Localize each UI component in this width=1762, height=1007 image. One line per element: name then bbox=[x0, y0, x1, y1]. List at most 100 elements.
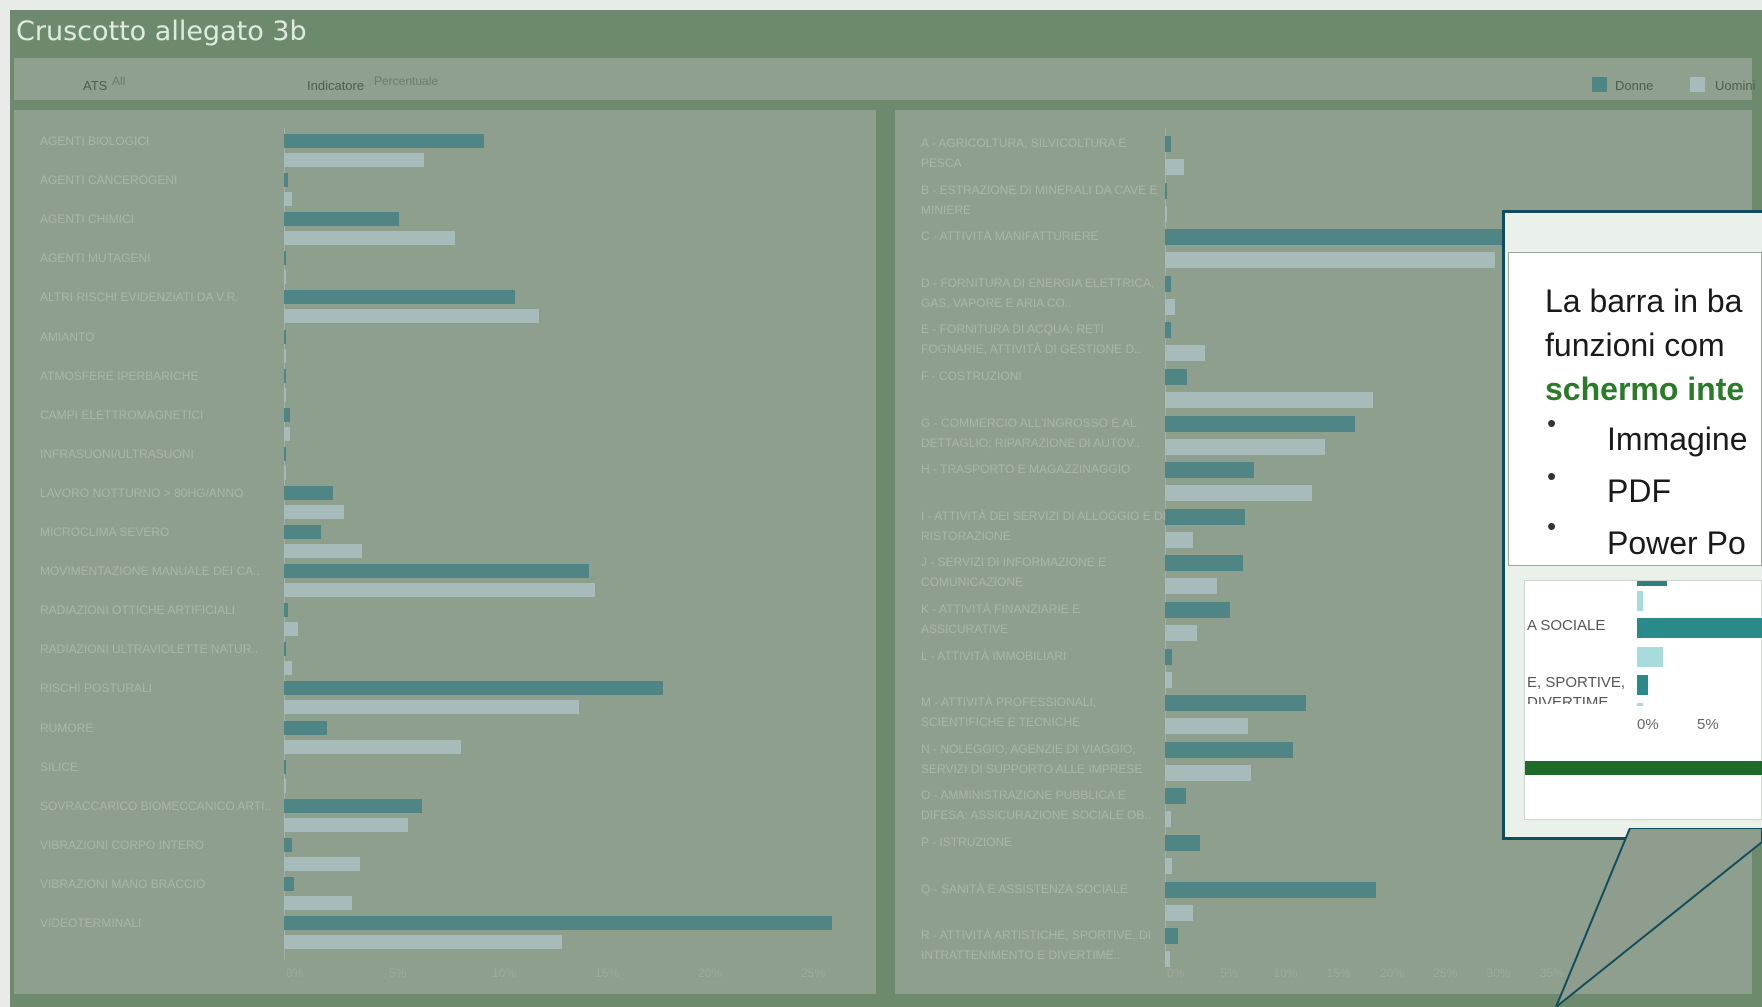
bar-uomini bbox=[1165, 858, 1173, 874]
bar-donne bbox=[1165, 275, 1172, 292]
bar-uomini bbox=[1165, 671, 1173, 688]
bar-donne bbox=[284, 642, 287, 657]
mini-label-1: A SOCIALE bbox=[1527, 617, 1606, 634]
mini-bar-4 bbox=[1637, 647, 1663, 667]
bar-donne bbox=[284, 759, 287, 774]
filter-indicatore-label: Indicatore bbox=[307, 78, 365, 93]
bar-donne bbox=[1165, 835, 1201, 851]
bar-uomini bbox=[284, 192, 293, 207]
bar-uomini bbox=[1165, 764, 1252, 781]
legend-donne-label[interactable]: Donne bbox=[1615, 78, 1653, 93]
ateco-label: F - COSTRUZIONI bbox=[921, 369, 1022, 383]
x-tick-label: 5% bbox=[389, 966, 407, 980]
x-tick-label: 5% bbox=[1220, 966, 1238, 980]
mini-bar-2 bbox=[1637, 591, 1643, 611]
bar-uomini bbox=[284, 700, 579, 715]
mini-bar-5 bbox=[1637, 675, 1648, 695]
popup-line-2: funzioni com bbox=[1545, 327, 1725, 363]
bar-uomini bbox=[1165, 811, 1172, 828]
bar-uomini bbox=[284, 778, 287, 793]
bar-donne bbox=[284, 720, 328, 735]
callout-pointer bbox=[1555, 828, 1762, 1007]
mini-label-2: E, SPORTIVE, bbox=[1527, 674, 1626, 691]
bar-uomini bbox=[284, 387, 287, 402]
ateco-label: L - ATTIVITÀ IMMOBILIARI bbox=[921, 648, 1067, 663]
x-tick-label: 15% bbox=[595, 966, 620, 980]
mini-tick-0: 0% bbox=[1637, 716, 1659, 733]
ateco-label: D - FORNITURA DI ENERGIA ELETTRICA, GAS,… bbox=[921, 275, 1155, 310]
bar-donne bbox=[1165, 322, 1172, 339]
bar-donne bbox=[1165, 229, 1522, 246]
popup-bullet-powerpoint: Power Po bbox=[1607, 525, 1746, 561]
mini-toolbar-strip bbox=[1525, 761, 1762, 775]
rischio-label: AMIANTO bbox=[40, 329, 95, 344]
ateco-label: R - ATTIVITÀ ARTISTICHE, SPORTIVE, DI IN… bbox=[921, 928, 1152, 963]
bar-uomini bbox=[1165, 438, 1325, 455]
bar-uomini bbox=[284, 856, 361, 871]
ateco-label: P - ISTRUZIONE bbox=[921, 835, 1013, 849]
bar-uomini bbox=[284, 309, 540, 324]
bullet-dot-1: • bbox=[1547, 408, 1557, 438]
bar-donne bbox=[284, 525, 322, 539]
filter-indicatore-value[interactable]: Percentuale bbox=[374, 74, 438, 88]
bar-uomini bbox=[1165, 625, 1197, 641]
ateco-label: Q - SANITÀ E ASSISTENZA SOCIALE bbox=[921, 881, 1128, 896]
bar-uomini bbox=[1165, 578, 1218, 595]
rischio-label: CAMPI ELETTROMAGNETICI bbox=[40, 407, 204, 422]
bar-donne bbox=[1165, 695, 1306, 712]
x-tick-label: 0% bbox=[286, 966, 304, 980]
bar-uomini bbox=[1165, 485, 1312, 502]
bar-uomini bbox=[284, 817, 408, 832]
bar-uomini bbox=[284, 739, 462, 754]
tutorial-textbox: La barra in ba funzioni com schermo inte… bbox=[1508, 252, 1762, 566]
bar-donne bbox=[284, 251, 287, 266]
bar-donne bbox=[284, 134, 484, 148]
ateco-label: O - AMMINISTRAZIONE PUBBLICA E DIFESA; A… bbox=[921, 788, 1152, 823]
bar-uomini bbox=[284, 544, 363, 558]
bar-donne bbox=[1165, 369, 1188, 385]
bar-donne bbox=[1165, 555, 1243, 572]
mini-screenshot: A SOCIALE E, SPORTIVE, DIVERTIME 0% 5% bbox=[1524, 580, 1762, 820]
rischio-label: RADIAZIONI ULTRAVIOLETTE NATUR.. bbox=[40, 642, 259, 657]
rischio-label: AGENTI CANCEROGENI bbox=[40, 173, 178, 188]
rischio-label: MOVIMENTAZIONE MANUALE DEI CA.. bbox=[40, 564, 260, 579]
legend-uomini-label[interactable]: Uomini bbox=[1715, 78, 1755, 93]
rischio-label: RUMORE bbox=[40, 720, 94, 735]
filter-ats-value[interactable]: All bbox=[112, 74, 125, 88]
bar-uomini bbox=[284, 622, 299, 637]
bar-uomini bbox=[284, 270, 287, 285]
bar-uomini bbox=[1165, 159, 1185, 175]
bar-uomini bbox=[1165, 345, 1206, 362]
ateco-label: J - SERVIZI DI INFORMAZIONE E COMUNICAZI… bbox=[921, 555, 1107, 590]
ateco-label: B - ESTRAZIONE DI MINERALI DA CAVE E MIN… bbox=[921, 182, 1158, 217]
dashboard-title: Cruscotto allegato 3b bbox=[16, 16, 307, 47]
mini-bar-6 bbox=[1637, 703, 1643, 706]
mini-bar-3 bbox=[1637, 618, 1762, 638]
bar-uomini bbox=[1165, 298, 1175, 315]
bar-uomini bbox=[1165, 205, 1167, 222]
bar-donne bbox=[1165, 881, 1376, 898]
bar-donne bbox=[284, 329, 287, 344]
bar-donne bbox=[284, 916, 832, 930]
bar-donne bbox=[1165, 136, 1172, 152]
rischio-label: LAVORO NOTTURNO > 80HG/ANNO bbox=[40, 485, 244, 500]
bar-donne bbox=[1165, 602, 1230, 618]
bar-donne bbox=[1165, 415, 1355, 432]
rischio-label: VIBRAZIONI MANO BRACCIO bbox=[40, 876, 206, 891]
bar-donne bbox=[284, 837, 293, 852]
bar-donne bbox=[1165, 648, 1173, 665]
bar-uomini bbox=[1165, 951, 1171, 968]
ateco-label: K - ATTIVITÀ FINANZIARIE E ASSICURATIVE bbox=[921, 602, 1081, 636]
bar-uomini bbox=[284, 465, 287, 480]
bar-donne bbox=[284, 876, 295, 891]
popup-bullet-immagine: Immagine bbox=[1607, 421, 1748, 457]
rischio-label: AGENTI MUTAGENI bbox=[40, 251, 151, 266]
bar-donne bbox=[284, 173, 289, 188]
rischio-label: SILICE bbox=[40, 759, 79, 774]
x-tick-label: 10% bbox=[492, 966, 517, 980]
bar-uomini bbox=[1165, 718, 1249, 735]
popup-line-3: schermo inte bbox=[1545, 371, 1745, 407]
x-tick-label: 25% bbox=[801, 966, 826, 980]
bar-uomini bbox=[1165, 904, 1193, 921]
rischio-label: RISCHI POSTURALI bbox=[40, 681, 153, 696]
